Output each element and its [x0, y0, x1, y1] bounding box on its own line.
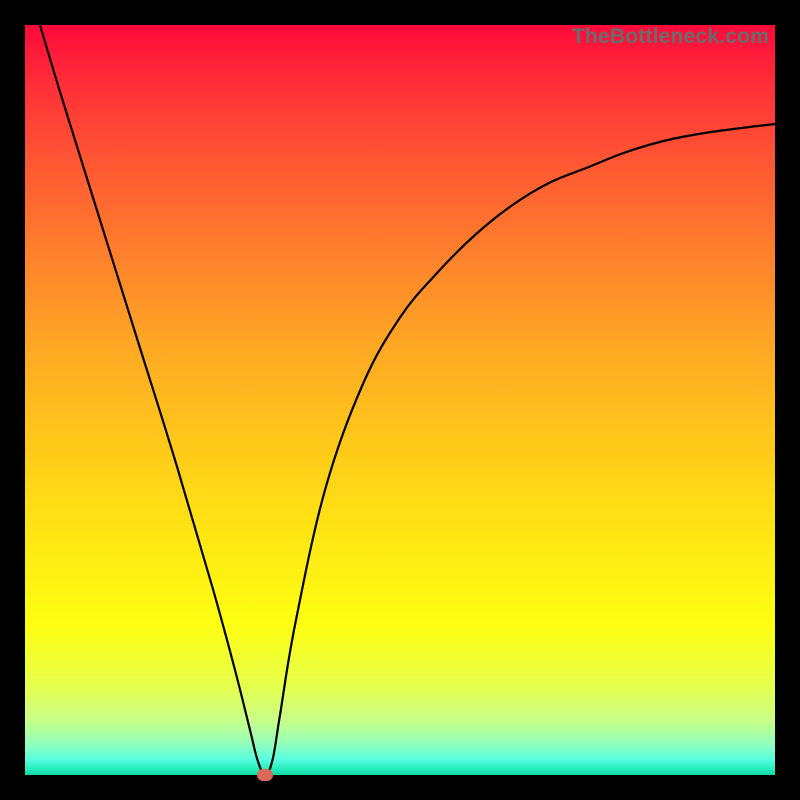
- curve-svg: [25, 25, 775, 775]
- plot-area: TheBottleneck.com: [25, 25, 775, 775]
- minimum-marker: [257, 769, 273, 781]
- chart-frame: TheBottleneck.com: [0, 0, 800, 800]
- curve-path: [40, 25, 775, 775]
